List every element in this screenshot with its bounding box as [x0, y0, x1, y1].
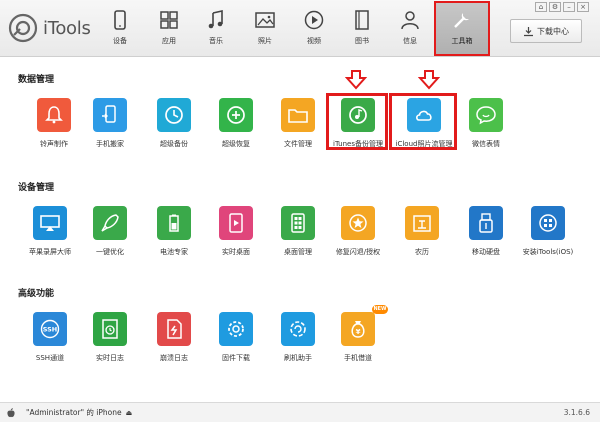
- svg-text:SSH: SSH: [43, 326, 58, 334]
- tab-toolbox[interactable]: 工具箱: [440, 4, 484, 52]
- tab-video[interactable]: 视频: [292, 4, 336, 52]
- tool-file-manager[interactable]: 文件管理: [268, 98, 328, 170]
- section-title-device: 设备管理: [18, 183, 55, 193]
- money-bag-icon: ¥: [351, 321, 365, 338]
- device-name[interactable]: "Administrator" 的 iPhone: [26, 407, 122, 418]
- tab-music[interactable]: 音乐: [194, 4, 238, 52]
- ssh-icon: SSH: [40, 319, 60, 339]
- restore-icon: [227, 106, 245, 124]
- apps-icon: [160, 11, 178, 29]
- svg-text:¥: ¥: [356, 328, 361, 336]
- tool-super-backup[interactable]: 超级备份: [144, 98, 204, 170]
- tab-device[interactable]: 设备: [98, 4, 142, 52]
- device-icon: [114, 10, 126, 30]
- app-name: iTools: [43, 17, 91, 39]
- app-logo: iTools: [8, 10, 108, 46]
- tool-super-restore[interactable]: 超级恢复: [206, 98, 266, 170]
- toolbox-icon: [454, 13, 469, 28]
- highlight-icloud-photostream: [389, 93, 457, 150]
- tab-apps[interactable]: 应用: [147, 4, 191, 52]
- emoji-icon: [476, 106, 496, 125]
- book-icon: [355, 10, 369, 30]
- tab-books[interactable]: 图书: [340, 4, 384, 52]
- down-arrow-icon: [345, 70, 367, 90]
- star-badge-icon: [349, 214, 367, 232]
- tool-fix-crash[interactable]: 修复闪退/授权: [328, 206, 388, 278]
- gear-icon: [228, 321, 244, 337]
- itools-logo-icon: [8, 13, 38, 43]
- tool-screen-recorder[interactable]: 苹果录屏大师: [20, 206, 80, 278]
- download-icon: [524, 26, 533, 36]
- tool-realtime-log[interactable]: 实时日志: [80, 312, 140, 384]
- tool-desktop-manager[interactable]: 桌面管理: [268, 206, 328, 278]
- section-title-advanced: 高级功能: [18, 289, 55, 299]
- music-icon: [208, 10, 223, 29]
- video-icon: [304, 10, 324, 30]
- tool-mobile-disk[interactable]: 移动硬盘: [456, 206, 516, 278]
- rocket-icon: [101, 214, 119, 232]
- version-label: 3.1.6.6: [563, 408, 590, 417]
- contact-icon: [401, 11, 419, 30]
- tool-one-click-optimize[interactable]: 一键优化: [80, 206, 140, 278]
- tool-phone-migrate[interactable]: 手机搬家: [80, 98, 140, 170]
- photo-icon: [255, 12, 275, 28]
- log-clock-icon: [102, 319, 118, 339]
- status-bar: "Administrator" 的 iPhone ⏏ 3.1.6.6: [0, 402, 600, 422]
- apple-icon: [7, 407, 15, 417]
- settings-button[interactable]: ⚙: [549, 2, 561, 12]
- download-center-button[interactable]: 下载中心: [510, 19, 582, 43]
- crash-doc-icon: [167, 319, 182, 339]
- top-toolbar: iTools 设备 应用 音乐 照片 视频 图书 信息 工具箱 ⌂ ⚙ – × …: [0, 0, 600, 57]
- section-title-data: 数据管理: [18, 75, 55, 85]
- folder-icon: [288, 109, 308, 123]
- tool-wechat-stickers[interactable]: 微信表情: [456, 98, 516, 170]
- tool-crash-log[interactable]: 崩溃日志: [144, 312, 204, 384]
- tool-phone-loan[interactable]: ¥ 手机借道: [328, 312, 388, 384]
- tool-install-itools-ios[interactable]: 安装iTools(iOS): [518, 206, 578, 278]
- close-button[interactable]: ×: [577, 2, 589, 12]
- tool-lunar-calendar[interactable]: 农历: [392, 206, 452, 278]
- tool-ssh-tunnel[interactable]: SSH SSH通道: [20, 312, 80, 384]
- down-arrow-icon: [418, 70, 440, 90]
- highlight-itunes-backup: [326, 93, 388, 150]
- usb-drive-icon: [479, 213, 493, 233]
- tool-ringtone-maker[interactable]: 铃声制作: [24, 98, 84, 170]
- tool-firmware-download[interactable]: 固件下载: [206, 312, 266, 384]
- grid-phone-icon: [291, 213, 305, 233]
- battery-icon: [169, 214, 179, 232]
- new-badge: NEW: [372, 305, 388, 314]
- minimize-button[interactable]: –: [563, 2, 575, 12]
- bell-icon: [45, 106, 63, 124]
- tab-photos[interactable]: 照片: [243, 4, 287, 52]
- eject-icon[interactable]: ⏏: [126, 409, 133, 417]
- tab-info[interactable]: 信息: [388, 4, 432, 52]
- skin-button[interactable]: ⌂: [535, 2, 547, 12]
- live-screen-icon: [229, 213, 243, 233]
- clock-icon: [165, 106, 183, 124]
- refresh-gear-icon: [290, 321, 306, 337]
- phone-transfer-icon: [102, 105, 116, 123]
- airplay-icon: [40, 215, 60, 231]
- tool-live-desktop[interactable]: 实时桌面: [206, 206, 266, 278]
- calendar-icon: [413, 215, 431, 232]
- itools-app-icon: [539, 214, 557, 232]
- tool-battery-expert[interactable]: 电池专家: [144, 206, 204, 278]
- tool-flash-assistant[interactable]: 刷机助手: [268, 312, 328, 384]
